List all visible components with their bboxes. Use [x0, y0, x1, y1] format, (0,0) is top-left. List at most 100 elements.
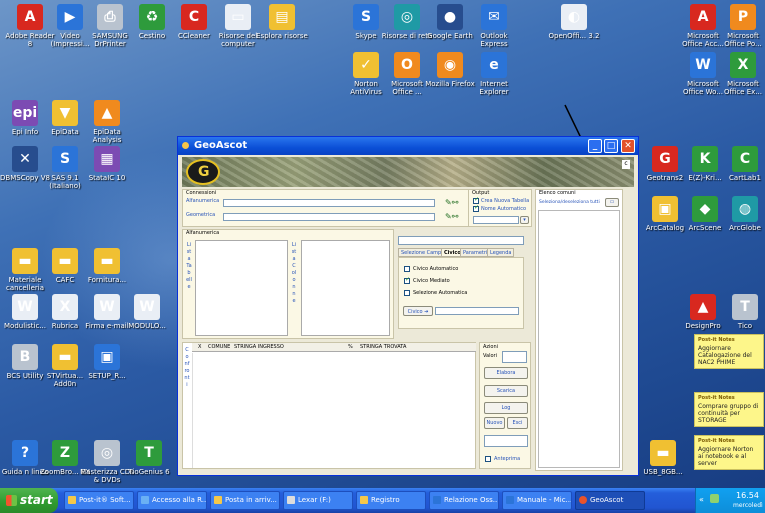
grid-header-stringa-ingresso[interactable]: STRINGA INGRESSO: [234, 344, 284, 350]
grid-header-stringa-trovata[interactable]: STRINGA TROVATA: [360, 344, 406, 350]
epidata-analysis-icon-glyph: ▲: [94, 100, 120, 126]
nome-automatico-label: Nome Automatico: [481, 206, 527, 212]
geoascot-logo: [186, 159, 220, 185]
explorer-icon[interactable]: ▤ Esplora risorse: [255, 4, 309, 40]
connect-geo-icon[interactable]: ✎⚯: [445, 212, 458, 221]
selezione-automatica-label: Selezione Automatica: [413, 290, 468, 296]
window-titlebar[interactable]: GeoAscot _ □ ✕: [178, 137, 638, 155]
elabora-button[interactable]: Elabora: [484, 367, 528, 379]
folder-icon: ▬: [52, 248, 78, 274]
icon-label: SAS 9.1 (Italiano): [49, 174, 81, 190]
icon-label: CAFC: [55, 276, 75, 284]
connection-string-field[interactable]: [398, 236, 524, 245]
alfanumerica-panel: Alfanumerica ListaTabelle ListaColonne: [182, 229, 394, 339]
cartlab-icon[interactable]: C CartLab1: [718, 146, 765, 182]
scarica-button[interactable]: Scarica: [484, 385, 528, 397]
grid-header-percent[interactable]: %: [348, 344, 353, 350]
icon-label: ArcScene: [688, 224, 722, 232]
log-button[interactable]: Log: [484, 402, 528, 414]
setup-icon[interactable]: ▣ SETUP_R...: [80, 344, 134, 380]
nome-automatico-checkbox[interactable]: [473, 204, 479, 212]
civico-button[interactable]: Civico ➔: [403, 306, 433, 316]
civico-automatico-checkbox[interactable]: [404, 266, 410, 272]
postit-header: Post-it Notes: [698, 438, 735, 444]
tab-selezione-campi[interactable]: Selezione Campi: [398, 248, 446, 257]
tico-icon[interactable]: T Tico: [718, 294, 765, 330]
task-registro[interactable]: Registro: [356, 491, 426, 510]
tico-icon-glyph: T: [732, 294, 758, 320]
clock-time[interactable]: 16.54: [736, 491, 759, 500]
anteprima-checkbox[interactable]: [485, 456, 491, 462]
usb-folder-icon[interactable]: ▬ USB_8GB...: [636, 440, 690, 476]
icon-label: STVirtua... Add0n: [46, 372, 84, 388]
civico-input[interactable]: [435, 307, 519, 315]
geometrica-input[interactable]: [223, 213, 435, 221]
icon-label: E(Z)-Kri...: [688, 174, 722, 182]
task-manuale[interactable]: Manuale - Mic...: [502, 491, 572, 510]
task-lexar[interactable]: Lexar (F:): [283, 491, 353, 510]
esci-button[interactable]: Esci: [507, 417, 528, 429]
output-dropdown-button[interactable]: ▾: [520, 216, 529, 224]
tab-parametri[interactable]: Parametri: [460, 248, 491, 257]
select-all-button[interactable]: ▭: [605, 198, 619, 207]
maximize-icon[interactable]: □: [604, 139, 618, 153]
civico-mediato-checkbox[interactable]: [404, 276, 410, 284]
epidata-analysis-icon[interactable]: ▲ EpiData Analysis: [80, 100, 134, 144]
powerpoint-icon-glyph: P: [730, 4, 756, 30]
selezione-automatica-checkbox[interactable]: [404, 290, 410, 296]
task-posta[interactable]: Posta in arriv...: [210, 491, 280, 510]
ie-icon[interactable]: e Internet Explorer: [467, 52, 521, 96]
task-accesso[interactable]: Accesso alla R...: [137, 491, 207, 510]
postit-note[interactable]: Post-it Notes Comprare gruppo di continui…: [694, 392, 764, 427]
stata-icon[interactable]: ▦ StataIC 10: [80, 146, 134, 182]
minimize-icon[interactable]: _: [588, 139, 602, 153]
google-earth-icon-glyph: ●: [437, 4, 463, 30]
excel-icon[interactable]: X Microsoft Office Ex...: [716, 52, 765, 96]
dbmscopy-icon-glyph: ✕: [12, 146, 38, 172]
tray-expand-icon[interactable]: «: [699, 495, 704, 504]
geoascot-task-icon: [579, 496, 587, 504]
icon-label: Risorse del computer: [218, 32, 258, 48]
taskbar: start Post-it® Soft... Accesso alla R...…: [0, 488, 765, 513]
nuovo-button[interactable]: Nuovo: [484, 417, 505, 429]
tab-legenda[interactable]: Legenda: [487, 248, 515, 257]
outlook-icon[interactable]: ✉ Outlook Express: [467, 4, 521, 48]
word-task-icon: [433, 496, 441, 504]
connect-alfa-icon[interactable]: ✎⚯: [445, 198, 458, 207]
icon-label: Tico: [737, 322, 753, 330]
arcglobe-icon[interactable]: ◍ ArcGlobe: [718, 196, 765, 232]
grid-header-row: X COMUNE STRINGA INGRESSO % STRINGA TROV…: [192, 343, 476, 352]
task-geoascot[interactable]: GeoAscot: [575, 491, 645, 510]
help-icon-glyph: ?: [12, 440, 38, 466]
icon-label: Cestino: [138, 32, 166, 40]
alfanumerica-input[interactable]: [223, 199, 435, 207]
comuni-list[interactable]: [538, 210, 620, 468]
system-tray: « 16.54 mercoledì: [695, 488, 765, 513]
stata-icon-glyph: ▦: [94, 146, 120, 172]
postit-note[interactable]: Post-it Notes Aggiornare Norton ai notebo…: [694, 435, 764, 470]
fornitura-folder-icon[interactable]: ▬ Fornitura...: [80, 248, 134, 284]
tabelle-list[interactable]: [195, 240, 288, 336]
grid-header-comune[interactable]: COMUNE: [208, 344, 230, 350]
task-relazione[interactable]: Relazione Oss...: [429, 491, 499, 510]
close-icon[interactable]: ✕: [621, 139, 635, 153]
task-postit[interactable]: Post-it® Soft...: [64, 491, 134, 510]
modulo-doc-icon[interactable]: W MODULO...: [120, 294, 174, 330]
valori-input[interactable]: [502, 351, 527, 363]
mail-task-icon: [214, 496, 222, 504]
task-label: Accesso alla R...: [152, 496, 207, 504]
icon-label: SETUP_R...: [88, 372, 126, 380]
output-table-input[interactable]: [473, 216, 519, 224]
grid-header-x[interactable]: X: [198, 344, 201, 350]
version-badge: c: [622, 160, 630, 169]
start-button[interactable]: start: [0, 488, 58, 513]
postit-header: Post-it Notes: [698, 337, 735, 343]
openoffice-icon[interactable]: ◐ OpenOffi... 3.2: [547, 4, 601, 40]
tiogenius-icon[interactable]: T TioGenius 6: [122, 440, 176, 476]
civico-tab-panel: Civico Automatico Civico Mediato Selezio…: [398, 257, 524, 329]
powerpoint-icon[interactable]: P Microsoft Office Po...: [716, 4, 765, 48]
postit-note[interactable]: Post-it Notes Aggiornare Catalogazione de…: [694, 334, 764, 369]
grid-body[interactable]: [192, 353, 476, 468]
colonne-list[interactable]: [301, 240, 390, 336]
network-tray-icon[interactable]: [710, 494, 719, 503]
